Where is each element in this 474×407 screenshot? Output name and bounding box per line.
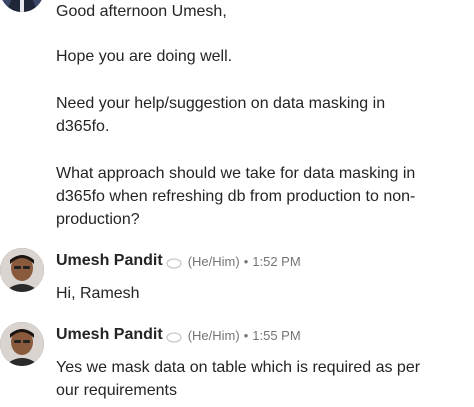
chat-thread: Good afternoon Umesh, Hope you are doing… bbox=[0, 0, 474, 407]
message-3-line: our requirements bbox=[56, 382, 177, 399]
timestamp: 1:55 PM bbox=[252, 327, 301, 343]
status-ring-icon bbox=[166, 330, 182, 343]
pronouns: (He/Him) bbox=[187, 253, 240, 269]
sender-avatar[interactable] bbox=[0, 248, 44, 292]
message-2-header: Umesh Pandit (He/Him) • 1:52 PM bbox=[56, 251, 301, 271]
message-1-line: production? bbox=[56, 211, 140, 228]
message-1-line: Hope you are doing well. bbox=[56, 48, 233, 65]
message-1-line: d365fo. bbox=[56, 118, 110, 135]
sender-avatar-top[interactable] bbox=[0, 0, 44, 12]
separator: • bbox=[243, 327, 249, 343]
sender-name[interactable]: Umesh Pandit bbox=[56, 326, 163, 344]
message-1-greeting: Good afternoon Umesh, bbox=[56, 3, 227, 20]
message-1-line: What approach should we take for data ma… bbox=[56, 165, 416, 182]
sender-avatar[interactable] bbox=[0, 322, 44, 366]
message-3-header: Umesh Pandit (He/Him) • 1:55 PM bbox=[56, 325, 301, 345]
pronouns: (He/Him) bbox=[187, 327, 240, 343]
sender-name[interactable]: Umesh Pandit bbox=[56, 252, 163, 270]
separator: • bbox=[243, 253, 249, 269]
message-1-line: d365fo when refreshing db from productio… bbox=[56, 188, 416, 205]
timestamp: 1:52 PM bbox=[252, 253, 301, 269]
message-1-line: Need your help/suggestion on data maskin… bbox=[56, 95, 386, 112]
message-2-text: Hi, Ramesh bbox=[56, 285, 140, 302]
message-3-line: Yes we mask data on table which is requi… bbox=[56, 359, 421, 376]
status-ring-icon bbox=[166, 256, 182, 269]
